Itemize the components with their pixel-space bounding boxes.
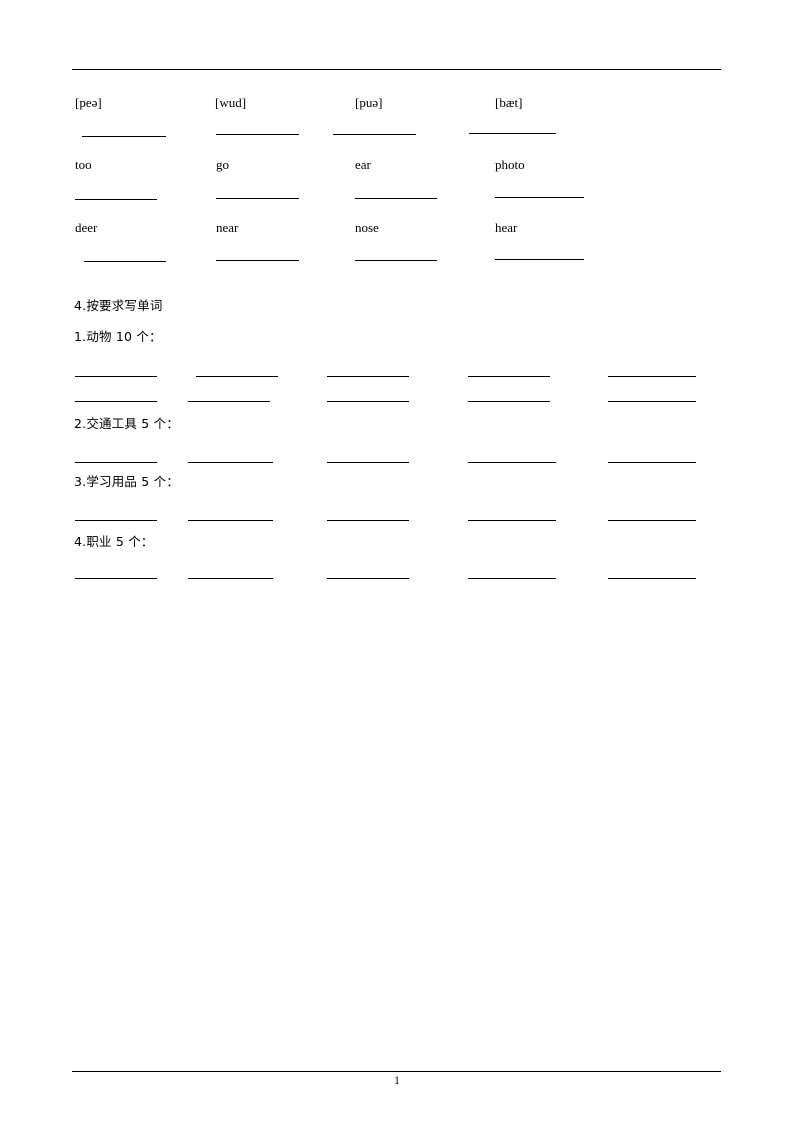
answer-blank[interactable]	[188, 401, 270, 402]
answer-blank-row	[0, 520, 794, 522]
answer-blank[interactable]	[468, 462, 556, 463]
word-prompt: photo	[495, 157, 525, 172]
answer-blank[interactable]	[216, 198, 299, 199]
answer-blank[interactable]	[468, 376, 550, 377]
answer-blank[interactable]	[84, 261, 166, 262]
phonetic-symbol: [peə]	[75, 95, 102, 110]
page-number: 1	[394, 1075, 400, 1087]
answer-blank[interactable]	[75, 401, 157, 402]
answer-blank-row	[0, 401, 794, 403]
phonetic-symbol: [bæt]	[495, 95, 523, 110]
answer-blank[interactable]	[608, 578, 696, 579]
answer-blank[interactable]	[327, 462, 409, 463]
answer-blank[interactable]	[468, 401, 550, 402]
word-prompt: deer	[75, 220, 98, 235]
writing-section-label: 4.职业 5 个：	[74, 534, 154, 549]
document-page: [peə] [wud] [puə] [bæt] too go ear photo…	[0, 0, 794, 1123]
answer-blank[interactable]	[469, 133, 556, 134]
answer-blank[interactable]	[327, 520, 409, 521]
writing-section-label: 1.动物 10 个：	[74, 329, 162, 344]
answer-blank[interactable]	[216, 260, 299, 261]
answer-blank[interactable]	[608, 401, 696, 402]
answer-blank[interactable]	[75, 376, 157, 377]
word-prompt: near	[216, 220, 239, 235]
answer-blank[interactable]	[75, 462, 157, 463]
writing-section-label: 2.交通工具 5 个：	[74, 416, 180, 431]
answer-blank[interactable]	[495, 259, 584, 260]
answer-blank[interactable]	[216, 134, 299, 135]
answer-blank[interactable]	[188, 520, 273, 521]
writing-exercise-title: 4.按要求写单词	[74, 298, 163, 313]
answer-blank[interactable]	[355, 260, 437, 261]
answer-blank[interactable]	[495, 197, 584, 198]
answer-blank[interactable]	[468, 520, 556, 521]
word-prompt: go	[216, 157, 229, 172]
answer-blank[interactable]	[75, 199, 157, 200]
footer-rule	[72, 1071, 721, 1072]
word-prompt: ear	[355, 157, 371, 172]
word-prompt: hear	[495, 220, 518, 235]
answer-blank[interactable]	[327, 578, 409, 579]
answer-blank[interactable]	[82, 136, 166, 137]
answer-blank[interactable]	[196, 376, 278, 377]
writing-section-label: 3.学习用品 5 个：	[74, 474, 180, 489]
answer-blank[interactable]	[468, 578, 556, 579]
answer-blank[interactable]	[188, 578, 273, 579]
answer-blank[interactable]	[355, 198, 437, 199]
answer-blank[interactable]	[327, 401, 409, 402]
phonetic-symbol: [wud]	[215, 95, 247, 110]
answer-blank[interactable]	[75, 520, 157, 521]
answer-blank[interactable]	[608, 376, 696, 377]
answer-blank[interactable]	[188, 462, 273, 463]
answer-blank-row	[0, 462, 794, 464]
answer-blank-row	[0, 376, 794, 378]
phonetics-exercise-block: [peə] [wud] [puə] [bæt] too go ear photo…	[0, 0, 794, 280]
answer-blank[interactable]	[75, 578, 157, 579]
word-prompt: too	[75, 157, 92, 172]
answer-blank[interactable]	[608, 520, 696, 521]
word-prompt: nose	[355, 220, 379, 235]
answer-blank[interactable]	[608, 462, 696, 463]
answer-blank[interactable]	[327, 376, 409, 377]
phonetic-symbol: [puə]	[355, 95, 383, 110]
answer-blank-row	[0, 578, 794, 580]
answer-blank[interactable]	[333, 134, 416, 135]
